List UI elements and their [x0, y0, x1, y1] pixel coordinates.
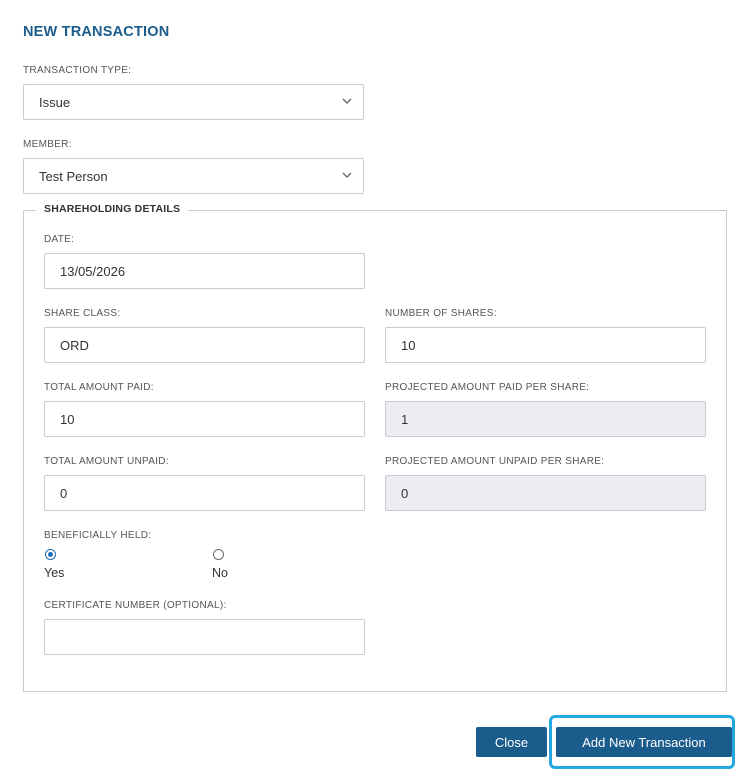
total-amount-unpaid-input[interactable]: 0 — [44, 475, 365, 511]
add-new-transaction-button[interactable]: Add New Transaction — [556, 727, 732, 757]
beneficially-held-label: BENEFICIALLY HELD: — [44, 530, 152, 541]
page-title: NEW TRANSACTION — [23, 24, 170, 40]
transaction-type-label: TRANSACTION TYPE: — [23, 65, 132, 76]
chevron-down-icon — [342, 98, 352, 104]
radio-no[interactable] — [213, 549, 224, 560]
close-button[interactable]: Close — [476, 727, 547, 757]
projected-paid-per-share-value: 1 — [401, 411, 409, 427]
certificate-number-input[interactable] — [44, 619, 365, 655]
member-value: Test Person — [39, 168, 108, 184]
date-label: DATE: — [44, 234, 75, 245]
date-input[interactable]: 13/05/2026 — [44, 253, 365, 289]
share-class-label: SHARE CLASS: — [44, 308, 121, 319]
chevron-down-icon — [342, 172, 352, 178]
shareholding-legend: SHAREHOLDING DETAILS — [36, 203, 189, 215]
radio-no-label[interactable]: No — [212, 566, 228, 580]
total-amount-paid-label: TOTAL AMOUNT PAID: — [44, 382, 154, 393]
projected-unpaid-per-share-label: PROJECTED AMOUNT UNPAID PER SHARE: — [385, 456, 605, 467]
transaction-type-value: Issue — [39, 94, 71, 110]
number-of-shares-input[interactable]: 10 — [385, 327, 706, 363]
projected-paid-per-share-label: PROJECTED AMOUNT PAID PER SHARE: — [385, 382, 590, 393]
date-value: 13/05/2026 — [60, 263, 126, 279]
radio-yes-label[interactable]: Yes — [44, 566, 64, 580]
projected-paid-per-share-input: 1 — [385, 401, 706, 437]
total-amount-unpaid-label: TOTAL AMOUNT UNPAID: — [44, 456, 169, 467]
total-amount-paid-input[interactable]: 10 — [44, 401, 365, 437]
number-of-shares-label: NUMBER OF SHARES: — [385, 308, 497, 319]
projected-unpaid-per-share-value: 0 — [401, 485, 409, 501]
member-select[interactable]: Test Person — [23, 158, 364, 194]
share-class-value: ORD — [60, 337, 89, 353]
share-class-input[interactable]: ORD — [44, 327, 365, 363]
radio-yes[interactable] — [45, 549, 56, 560]
transaction-type-select[interactable]: Issue — [23, 84, 364, 120]
member-label: MEMBER: — [23, 139, 72, 150]
total-amount-unpaid-value: 0 — [60, 485, 68, 501]
projected-unpaid-per-share-input: 0 — [385, 475, 706, 511]
total-amount-paid-value: 10 — [60, 411, 75, 427]
number-of-shares-value: 10 — [401, 337, 416, 353]
certificate-number-label: CERTIFICATE NUMBER (OPTIONAL): — [44, 600, 227, 611]
